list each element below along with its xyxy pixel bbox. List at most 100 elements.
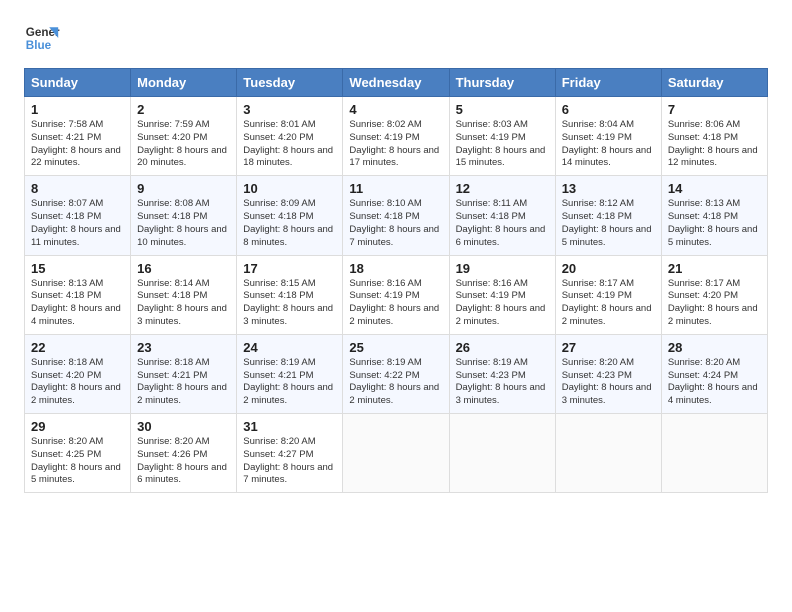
day-number: 9 (137, 181, 230, 196)
calendar-cell (555, 414, 661, 493)
calendar-cell: 26 Sunrise: 8:19 AMSunset: 4:23 PMDayligh… (449, 334, 555, 413)
header-cell-monday: Monday (131, 69, 237, 97)
day-detail: Sunrise: 8:13 AMSunset: 4:18 PMDaylight:… (31, 278, 124, 329)
calendar-cell (449, 414, 555, 493)
calendar-cell: 9 Sunrise: 8:08 AMSunset: 4:18 PMDaylight… (131, 176, 237, 255)
calendar-row: 15Sunrise: 8:13 AMSunset: 4:18 PMDayligh… (25, 255, 768, 334)
calendar-row: 29 Sunrise: 8:20 AMSunset: 4:25 PMDayligh… (25, 414, 768, 493)
calendar-cell: 12 Sunrise: 8:11 AMSunset: 4:18 PMDayligh… (449, 176, 555, 255)
header-cell-wednesday: Wednesday (343, 69, 449, 97)
day-number: 4 (349, 102, 442, 117)
day-detail: Sunrise: 8:17 AMSunset: 4:19 PMDaylight:… (562, 278, 655, 329)
calendar-cell: 19 Sunrise: 8:16 AMSunset: 4:19 PMDayligh… (449, 255, 555, 334)
day-number: 5 (456, 102, 549, 117)
day-detail: Sunrise: 8:20 AMSunset: 4:27 PMDaylight:… (243, 436, 336, 487)
calendar-header-row: SundayMondayTuesdayWednesdayThursdayFrid… (25, 69, 768, 97)
day-detail: Sunrise: 8:02 AMSunset: 4:19 PMDaylight:… (349, 119, 442, 170)
day-number: 12 (456, 181, 549, 196)
day-detail: Sunrise: 8:19 AMSunset: 4:23 PMDaylight:… (456, 357, 549, 408)
calendar-cell: 3 Sunrise: 8:01 AMSunset: 4:20 PMDaylight… (237, 97, 343, 176)
day-detail: Sunrise: 8:20 AMSunset: 4:24 PMDaylight:… (668, 357, 761, 408)
calendar-row: 1 Sunrise: 7:58 AMSunset: 4:21 PMDaylight… (25, 97, 768, 176)
logo-icon: General Blue (24, 20, 60, 56)
day-detail: Sunrise: 8:11 AMSunset: 4:18 PMDaylight:… (456, 198, 549, 249)
day-number: 20 (562, 261, 655, 276)
day-number: 17 (243, 261, 336, 276)
header-cell-friday: Friday (555, 69, 661, 97)
day-number: 8 (31, 181, 124, 196)
calendar-cell: 14 Sunrise: 8:13 AMSunset: 4:18 PMDayligh… (661, 176, 767, 255)
day-number: 10 (243, 181, 336, 196)
day-number: 29 (31, 419, 124, 434)
calendar-cell (343, 414, 449, 493)
day-detail: Sunrise: 8:09 AMSunset: 4:18 PMDaylight:… (243, 198, 336, 249)
calendar-cell: 2 Sunrise: 7:59 AMSunset: 4:20 PMDaylight… (131, 97, 237, 176)
day-number: 23 (137, 340, 230, 355)
calendar-cell: 1 Sunrise: 7:58 AMSunset: 4:21 PMDaylight… (25, 97, 131, 176)
calendar-cell: 27 Sunrise: 8:20 AMSunset: 4:23 PMDayligh… (555, 334, 661, 413)
day-number: 30 (137, 419, 230, 434)
day-number: 27 (562, 340, 655, 355)
day-detail: Sunrise: 8:01 AMSunset: 4:20 PMDaylight:… (243, 119, 336, 170)
day-number: 26 (456, 340, 549, 355)
day-detail: Sunrise: 8:10 AMSunset: 4:18 PMDaylight:… (349, 198, 442, 249)
day-number: 13 (562, 181, 655, 196)
header-cell-saturday: Saturday (661, 69, 767, 97)
day-number: 16 (137, 261, 230, 276)
day-number: 6 (562, 102, 655, 117)
day-number: 3 (243, 102, 336, 117)
day-detail: Sunrise: 8:18 AMSunset: 4:20 PMDaylight:… (31, 357, 124, 408)
day-detail: Sunrise: 8:16 AMSunset: 4:19 PMDaylight:… (349, 278, 442, 329)
day-detail: Sunrise: 8:16 AMSunset: 4:19 PMDaylight:… (456, 278, 549, 329)
calendar-cell (661, 414, 767, 493)
calendar-cell: 29 Sunrise: 8:20 AMSunset: 4:25 PMDayligh… (25, 414, 131, 493)
header-cell-thursday: Thursday (449, 69, 555, 97)
calendar-cell: 11 Sunrise: 8:10 AMSunset: 4:18 PMDayligh… (343, 176, 449, 255)
day-number: 24 (243, 340, 336, 355)
day-detail: Sunrise: 8:20 AMSunset: 4:23 PMDaylight:… (562, 357, 655, 408)
calendar-cell: 15Sunrise: 8:13 AMSunset: 4:18 PMDayligh… (25, 255, 131, 334)
day-number: 1 (31, 102, 124, 117)
day-detail: Sunrise: 8:08 AMSunset: 4:18 PMDaylight:… (137, 198, 230, 249)
day-detail: Sunrise: 8:06 AMSunset: 4:18 PMDaylight:… (668, 119, 761, 170)
day-detail: Sunrise: 8:07 AMSunset: 4:18 PMDaylight:… (31, 198, 124, 249)
day-detail: Sunrise: 8:12 AMSunset: 4:18 PMDaylight:… (562, 198, 655, 249)
day-detail: Sunrise: 7:59 AMSunset: 4:20 PMDaylight:… (137, 119, 230, 170)
calendar-cell: 31Sunrise: 8:20 AMSunset: 4:27 PMDayligh… (237, 414, 343, 493)
day-detail: Sunrise: 8:03 AMSunset: 4:19 PMDaylight:… (456, 119, 549, 170)
calendar-row: 22Sunrise: 8:18 AMSunset: 4:20 PMDayligh… (25, 334, 768, 413)
day-detail: Sunrise: 8:17 AMSunset: 4:20 PMDaylight:… (668, 278, 761, 329)
day-detail: Sunrise: 8:20 AMSunset: 4:26 PMDaylight:… (137, 436, 230, 487)
calendar-cell: 5 Sunrise: 8:03 AMSunset: 4:19 PMDaylight… (449, 97, 555, 176)
day-detail: Sunrise: 8:14 AMSunset: 4:18 PMDaylight:… (137, 278, 230, 329)
day-detail: Sunrise: 8:19 AMSunset: 4:21 PMDaylight:… (243, 357, 336, 408)
day-number: 11 (349, 181, 442, 196)
day-number: 28 (668, 340, 761, 355)
day-detail: Sunrise: 8:13 AMSunset: 4:18 PMDaylight:… (668, 198, 761, 249)
day-detail: Sunrise: 8:04 AMSunset: 4:19 PMDaylight:… (562, 119, 655, 170)
calendar-table: SundayMondayTuesdayWednesdayThursdayFrid… (24, 68, 768, 493)
calendar-cell: 4 Sunrise: 8:02 AMSunset: 4:19 PMDaylight… (343, 97, 449, 176)
calendar-body: 1 Sunrise: 7:58 AMSunset: 4:21 PMDaylight… (25, 97, 768, 493)
day-detail: Sunrise: 8:20 AMSunset: 4:25 PMDaylight:… (31, 436, 124, 487)
day-detail: Sunrise: 7:58 AMSunset: 4:21 PMDaylight:… (31, 119, 124, 170)
calendar-cell: 16 Sunrise: 8:14 AMSunset: 4:18 PMDayligh… (131, 255, 237, 334)
calendar-cell: 20 Sunrise: 8:17 AMSunset: 4:19 PMDayligh… (555, 255, 661, 334)
calendar-row: 8 Sunrise: 8:07 AMSunset: 4:18 PMDaylight… (25, 176, 768, 255)
day-number: 14 (668, 181, 761, 196)
calendar-cell: 24 Sunrise: 8:19 AMSunset: 4:21 PMDayligh… (237, 334, 343, 413)
day-detail: Sunrise: 8:15 AMSunset: 4:18 PMDaylight:… (243, 278, 336, 329)
day-number: 25 (349, 340, 442, 355)
calendar-cell: 7Sunrise: 8:06 AMSunset: 4:18 PMDaylight… (661, 97, 767, 176)
header: General Blue (24, 20, 768, 56)
calendar-cell: 8 Sunrise: 8:07 AMSunset: 4:18 PMDaylight… (25, 176, 131, 255)
svg-text:Blue: Blue (26, 39, 52, 52)
calendar-cell: 21Sunrise: 8:17 AMSunset: 4:20 PMDayligh… (661, 255, 767, 334)
calendar-cell: 13 Sunrise: 8:12 AMSunset: 4:18 PMDayligh… (555, 176, 661, 255)
day-detail: Sunrise: 8:18 AMSunset: 4:21 PMDaylight:… (137, 357, 230, 408)
day-number: 19 (456, 261, 549, 276)
day-number: 2 (137, 102, 230, 117)
calendar-cell: 18Sunrise: 8:16 AMSunset: 4:19 PMDayligh… (343, 255, 449, 334)
calendar-cell: 28 Sunrise: 8:20 AMSunset: 4:24 PMDayligh… (661, 334, 767, 413)
calendar-cell: 23 Sunrise: 8:18 AMSunset: 4:21 PMDayligh… (131, 334, 237, 413)
